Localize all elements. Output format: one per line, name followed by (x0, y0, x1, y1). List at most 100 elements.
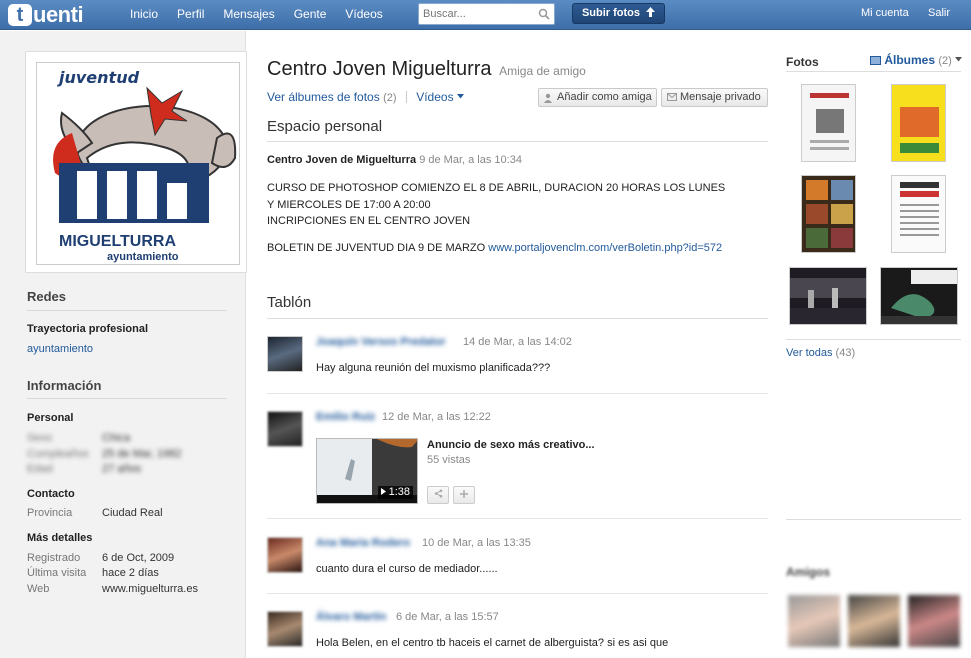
video-thumbnail[interactable]: 1:38 (316, 438, 418, 504)
post-avatar[interactable] (267, 537, 303, 573)
tablon-divider (267, 318, 768, 319)
poster-image (802, 176, 855, 252)
redes-title: Redes (27, 289, 67, 304)
espacio-personal-title: Espacio personal (267, 118, 383, 135)
redes-divider (27, 310, 227, 311)
friend-avatar[interactable] (848, 595, 900, 647)
profile-avatar-frame: juventud MIGUELTURRA ayuntamiento (25, 51, 247, 273)
photo-thumb[interactable] (891, 84, 946, 162)
plus-icon (460, 490, 468, 498)
top-bar: t uenti Inicio Perfil Mensajes Gente Víd… (0, 0, 971, 30)
status-line: CURSO DE PHOTOSHOP COMIENZO EL 8 DE ABRI… (267, 182, 726, 194)
main-nav: Inicio Perfil Mensajes Gente Vídeos (130, 0, 402, 30)
post-author[interactable]: Emilio Ruiz (316, 411, 375, 423)
tablon-title: Tablón (267, 294, 312, 311)
search-input[interactable] (419, 4, 534, 24)
left-column: juventud MIGUELTURRA ayuntamiento Redes … (0, 31, 247, 658)
my-account-link[interactable]: Mi cuenta (861, 0, 909, 27)
poster-image (892, 176, 945, 252)
photo-thumb[interactable] (789, 267, 867, 325)
post-date: 12 de Mar, a las 12:22 (382, 411, 491, 423)
photo-thumb[interactable] (801, 175, 856, 253)
stage-photo (881, 268, 957, 324)
post-avatar[interactable] (267, 611, 303, 647)
post-separator (267, 518, 768, 519)
post-date: 14 de Mar, a las 14:02 (463, 336, 572, 348)
profile-links: Ver álbumes de fotos (2) Vídeos (267, 90, 464, 104)
ver-todas-label[interactable]: Ver todas (786, 347, 832, 359)
add-friend-button[interactable]: Añadir como amiga (538, 88, 657, 107)
post-author[interactable]: Joaquín Versos Predator (316, 336, 446, 348)
informacion-divider (27, 398, 227, 399)
web-link[interactable]: www.miguelturra.es (102, 583, 198, 595)
chevron-down-icon (955, 57, 963, 62)
post-author[interactable]: Álvaro Martín (316, 611, 386, 623)
detail-key: Registrado (27, 552, 81, 564)
video-title[interactable]: Anuncio de sexo más creativo... (427, 439, 595, 451)
boletin-text: BOLETIN DE JUVENTUD DIA 9 DE MARZO (267, 242, 489, 254)
informacion-title: Información (27, 378, 102, 393)
trayectoria-value[interactable]: ayuntamiento (27, 343, 237, 355)
post-author[interactable]: Ana María Rodero (316, 537, 410, 549)
albums-link[interactable]: Ver álbumes de fotos (267, 90, 380, 104)
poster-image (802, 85, 855, 161)
photo-thumb[interactable] (801, 84, 856, 162)
post-separator (267, 393, 768, 394)
logout-link[interactable]: Salir (928, 0, 950, 27)
ver-todas-link[interactable]: Ver todas (43) (786, 347, 855, 359)
trayectoria-title: Trayectoria profesional (27, 323, 149, 335)
fotos-divider (786, 71, 961, 72)
play-icon (380, 488, 386, 495)
status-timestamp: 9 de Mar, a las 10:34 (419, 154, 522, 166)
status-line: Y MIERCOLES DE 17:00 A 20:00 (267, 199, 431, 211)
friend-avatar[interactable] (908, 595, 960, 647)
videos-link[interactable]: Vídeos (416, 90, 464, 104)
post-avatar[interactable] (267, 411, 303, 447)
nav-inicio[interactable]: Inicio (130, 0, 158, 30)
detail-key: Web (27, 583, 50, 595)
albums-dropdown[interactable]: Álbumes (2) (870, 53, 963, 67)
private-message-button[interactable]: Mensaje privado (661, 88, 768, 107)
avatar-top-text: juventud (56, 68, 140, 87)
add-video-button[interactable] (453, 486, 475, 504)
relation-label: Amiga de amigo (499, 64, 586, 78)
nav-perfil[interactable]: Perfil (177, 0, 204, 30)
tuenti-logo[interactable]: t uenti (8, 2, 84, 27)
provincia-value: Ciudad Real (102, 507, 163, 519)
post-text: Hola Belen, en el centro tb haceis el ca… (316, 637, 669, 649)
post-text: Hay alguna reunión del muxismo planifica… (316, 362, 551, 374)
nav-videos[interactable]: Vídeos (345, 0, 382, 30)
post-date: 6 de Mar, a las 15:57 (396, 611, 499, 623)
post-avatar[interactable] (267, 336, 303, 372)
personal-value: Chica (102, 432, 131, 444)
photo-thumb[interactable] (880, 267, 958, 325)
nav-gente[interactable]: Gente (294, 0, 327, 30)
envelope-icon (667, 93, 677, 101)
stage-photo (790, 268, 866, 324)
add-friend-label: Añadir como amiga (557, 91, 652, 103)
personal-value: 27 años (102, 463, 142, 475)
mas-detalles-title: Más detalles (27, 532, 93, 544)
upload-photos-button[interactable]: Subir fotos (572, 3, 665, 24)
profile-name: Centro Joven Miguelturra Amiga de amigo (267, 58, 586, 81)
post-date: 10 de Mar, a las 13:35 (422, 537, 531, 549)
boletin-link[interactable]: www.portaljovenclm.com/verBoletin.php?id… (488, 242, 722, 254)
friend-avatar[interactable] (788, 595, 840, 647)
detail-value: 6 de Oct, 2009 (102, 552, 175, 564)
share-button[interactable] (427, 486, 449, 504)
profile-avatar[interactable]: juventud MIGUELTURRA ayuntamiento (36, 62, 240, 265)
post-text: cuanto dura el curso de mediador...... (316, 563, 498, 575)
juventud-logo-image: juventud MIGUELTURRA ayuntamiento (37, 63, 239, 264)
upload-arrow-icon (646, 7, 656, 17)
videos-link-label: Vídeos (416, 90, 454, 104)
personal-value: 25 de Mar, 1982 (102, 448, 182, 460)
search-icon[interactable] (538, 8, 550, 20)
status-line: INCRIPCIONES EN EL CENTRO JOVEN (267, 215, 471, 227)
albums-count: (2) (383, 92, 397, 104)
amigos-title: Amigos (786, 565, 831, 579)
nav-mensajes[interactable]: Mensajes (223, 0, 274, 30)
albums-label: Álbumes (884, 53, 936, 67)
upload-label: Subir fotos (581, 7, 640, 19)
logo-t: t (8, 3, 32, 26)
photo-thumb[interactable] (891, 175, 946, 253)
